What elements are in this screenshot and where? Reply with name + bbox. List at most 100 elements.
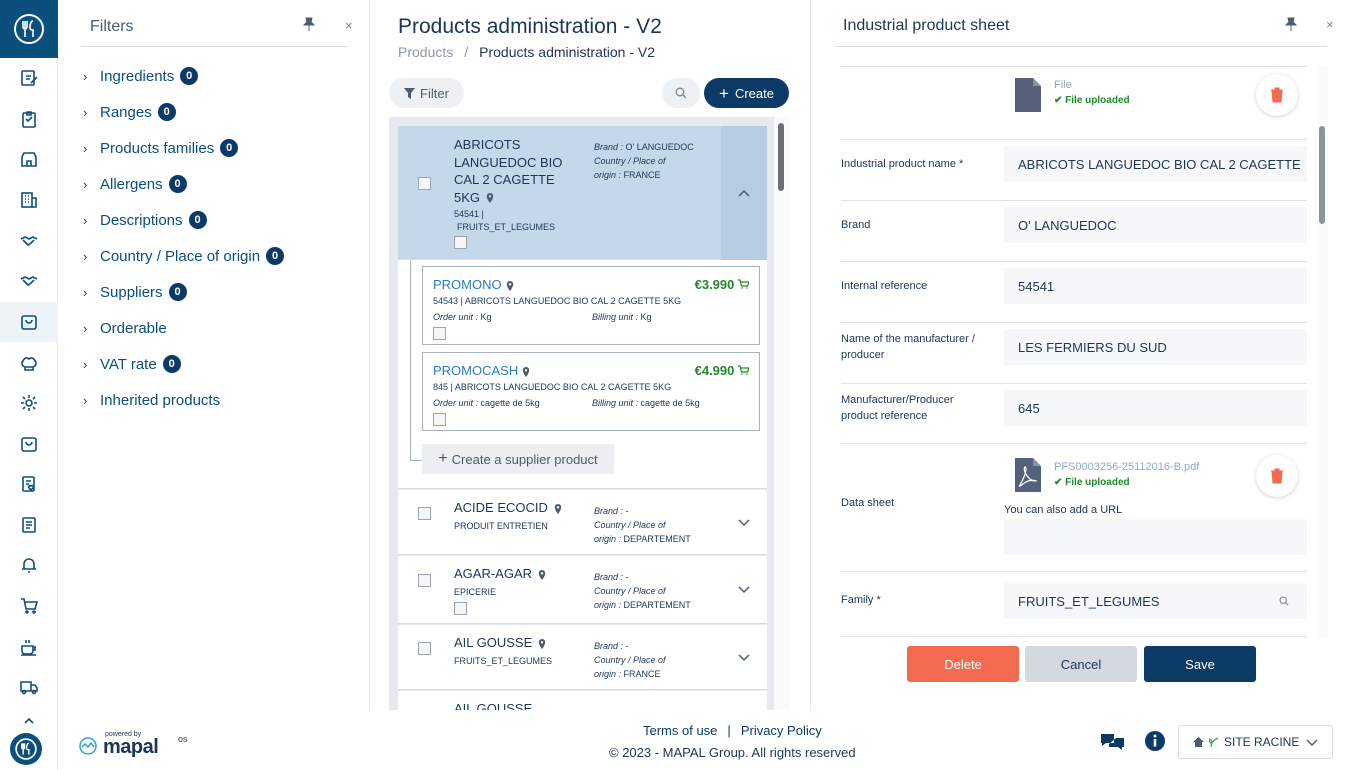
chevron-right-icon: › bbox=[83, 104, 88, 120]
scrollbar[interactable] bbox=[774, 117, 789, 710]
building-icon[interactable] bbox=[0, 180, 58, 221]
list-item[interactable]: AIL GOUSSE bbox=[398, 691, 767, 710]
divider bbox=[81, 46, 347, 47]
url-input[interactable] bbox=[1004, 519, 1307, 555]
filter-country-origin[interactable]: › Country / Place of origin 0 bbox=[83, 245, 285, 267]
filter-suppliers[interactable]: › Suppliers 0 bbox=[83, 281, 187, 303]
pin-icon[interactable] bbox=[302, 17, 316, 34]
filter-inherited-products[interactable]: › Inherited products bbox=[83, 389, 220, 411]
product-image bbox=[418, 507, 431, 520]
count-badge: 0 bbox=[168, 283, 187, 301]
coffee-icon[interactable] bbox=[0, 626, 58, 667]
list-item[interactable]: ACIDE ECOCID PRODUIT ENTRETIEN Brand : -… bbox=[398, 490, 767, 555]
page-title: Products administration - V2 bbox=[398, 15, 662, 38]
truck-icon[interactable] bbox=[0, 667, 58, 708]
product-name: ABRICOTS LANGUEDOC BIO CAL 2 CAGETTE 5KG bbox=[454, 137, 563, 205]
trash-icon[interactable] bbox=[1256, 455, 1298, 497]
field-internal-reference: Internal reference 54541 bbox=[841, 261, 1307, 322]
filter-ingredients[interactable]: › Ingredients 0 bbox=[83, 65, 199, 87]
gear-icon[interactable] bbox=[0, 383, 58, 424]
document-heart-icon[interactable] bbox=[0, 464, 58, 505]
list-item[interactable]: AGAR-AGAR EPICERIE Brand : - Country / P… bbox=[398, 556, 767, 624]
clipboard-icon[interactable] bbox=[0, 99, 58, 140]
cancel-button[interactable]: Cancel bbox=[1025, 646, 1137, 682]
create-button[interactable]: + Create bbox=[704, 78, 789, 108]
chevron-up-icon[interactable] bbox=[721, 126, 767, 260]
billing-unit: Billing unit : cagette de 5kg bbox=[592, 398, 700, 408]
create-supplier-product-button[interactable]: + Create a supplier product bbox=[422, 444, 614, 474]
breadcrumb-products[interactable]: Products bbox=[398, 44, 453, 60]
search-button[interactable] bbox=[662, 78, 700, 108]
logo-icon[interactable] bbox=[0, 0, 58, 58]
bag-icon[interactable] bbox=[0, 301, 58, 343]
privacy-link[interactable]: Privacy Policy bbox=[741, 723, 822, 738]
pin-icon[interactable] bbox=[1284, 17, 1298, 34]
bag-icon[interactable] bbox=[0, 423, 58, 464]
product-family: EPICERIE bbox=[454, 587, 497, 597]
handshake-icon[interactable] bbox=[0, 261, 58, 302]
chevron-right-icon: › bbox=[83, 284, 88, 300]
logo-icon[interactable] bbox=[10, 733, 42, 765]
list-item[interactable]: AIL GOUSSE FRUITS_ET_LEGUMES Brand : - C… bbox=[398, 625, 767, 690]
edit-icon[interactable] bbox=[0, 58, 58, 99]
product-image bbox=[418, 642, 431, 655]
close-icon[interactable]: × bbox=[1326, 17, 1334, 32]
product-image bbox=[418, 177, 431, 190]
delete-button[interactable]: Delete bbox=[907, 646, 1019, 682]
field-product-name: Industrial product name * ABRICOTS LANGU… bbox=[841, 139, 1307, 200]
chevron-down-icon[interactable] bbox=[721, 625, 767, 690]
product-image bbox=[418, 574, 431, 587]
chevron-down-icon[interactable] bbox=[721, 490, 767, 555]
bell-icon[interactable] bbox=[0, 545, 58, 586]
supplier-description: 54543 | ABRICOTS LANGUEDOC BIO CAL 2 CAG… bbox=[433, 296, 682, 306]
datasheet-status: ✔ File uploaded bbox=[1054, 477, 1130, 488]
store-icon[interactable] bbox=[0, 139, 58, 180]
filter-vat-rate[interactable]: › VAT rate 0 bbox=[83, 353, 181, 375]
field-brand: Brand O' LANGUEDOC bbox=[841, 200, 1307, 261]
supplier-products: PROMONO €3.990 54543 | ABRICOTS LANGUEDO… bbox=[398, 260, 767, 489]
filter-allergens[interactable]: › Allergens 0 bbox=[83, 173, 187, 195]
count-badge: 0 bbox=[188, 211, 207, 229]
filter-orderable[interactable]: › Orderable bbox=[83, 317, 167, 339]
list-item[interactable]: ABRICOTS LANGUEDOC BIO CAL 2 CAGETTE 5KG… bbox=[398, 126, 767, 260]
manufacturer-reference-input[interactable]: 645 bbox=[1004, 390, 1307, 426]
product-list[interactable]: ABRICOTS LANGUEDOC BIO CAL 2 CAGETTE 5KG… bbox=[389, 117, 789, 710]
scrollbar-thumb[interactable] bbox=[778, 123, 784, 191]
scrollbar-thumb[interactable] bbox=[1319, 126, 1325, 224]
internal-reference-input[interactable]: 54541 bbox=[1004, 268, 1307, 304]
filter-products-families[interactable]: › Products families 0 bbox=[83, 137, 239, 159]
supplier-product-card[interactable]: PROMOCASH €4.990 845 | ABRICOTS LANGUEDO… bbox=[422, 352, 760, 431]
handshake-icon[interactable] bbox=[0, 220, 58, 261]
terms-link[interactable]: Terms of use bbox=[643, 723, 717, 738]
family-search-input[interactable]: FRUITS_ET_LEGUMES bbox=[1004, 583, 1307, 619]
chef-hat-icon[interactable] bbox=[0, 342, 58, 383]
brand-input[interactable]: O' LANGUEDOC bbox=[1004, 207, 1307, 243]
filter-ranges[interactable]: › Ranges 0 bbox=[83, 101, 176, 123]
datasheet-file-name[interactable]: PFS0003256-25112016-B.pdf bbox=[1054, 461, 1199, 473]
copyright: © 2023 - MAPAL Group. All rights reserve… bbox=[609, 745, 856, 760]
trash-icon[interactable] bbox=[1256, 74, 1298, 116]
close-icon[interactable]: × bbox=[345, 18, 353, 33]
left-nav bbox=[0, 0, 58, 770]
sprout-icon bbox=[1209, 737, 1219, 747]
cart-icon bbox=[738, 365, 750, 375]
manufacturer-name-input[interactable]: LES FERMIERS DU SUD bbox=[1004, 329, 1307, 365]
filter-button[interactable]: Filter bbox=[389, 78, 464, 108]
info-icon[interactable] bbox=[1145, 731, 1165, 751]
supplier-product-card[interactable]: PROMONO €3.990 54543 | ABRICOTS LANGUEDO… bbox=[422, 266, 760, 345]
save-button[interactable]: Save bbox=[1144, 646, 1256, 682]
product-name-input[interactable]: ABRICOTS LANGUEDOC BIO CAL 2 CAGETTE bbox=[1004, 146, 1307, 182]
file-name[interactable]: File bbox=[1054, 79, 1072, 91]
chevron-down-icon[interactable] bbox=[721, 556, 767, 624]
chat-icon[interactable] bbox=[1100, 732, 1125, 752]
supplier-name[interactable]: PROMOCASH bbox=[433, 363, 530, 378]
footer-links: Terms of use | Privacy Policy bbox=[643, 723, 822, 738]
chevron-up-icon[interactable] bbox=[0, 708, 58, 734]
cart-icon[interactable] bbox=[0, 586, 58, 627]
document-icon[interactable] bbox=[0, 505, 58, 546]
site-selector[interactable]: SITE RACINE bbox=[1178, 725, 1333, 759]
product-meta: Brand : O' LANGUEDOC Country / Place of … bbox=[594, 142, 694, 180]
location-pin-icon bbox=[486, 193, 494, 204]
filter-descriptions[interactable]: › Descriptions 0 bbox=[83, 209, 207, 231]
supplier-name[interactable]: PROMONO bbox=[433, 277, 514, 292]
